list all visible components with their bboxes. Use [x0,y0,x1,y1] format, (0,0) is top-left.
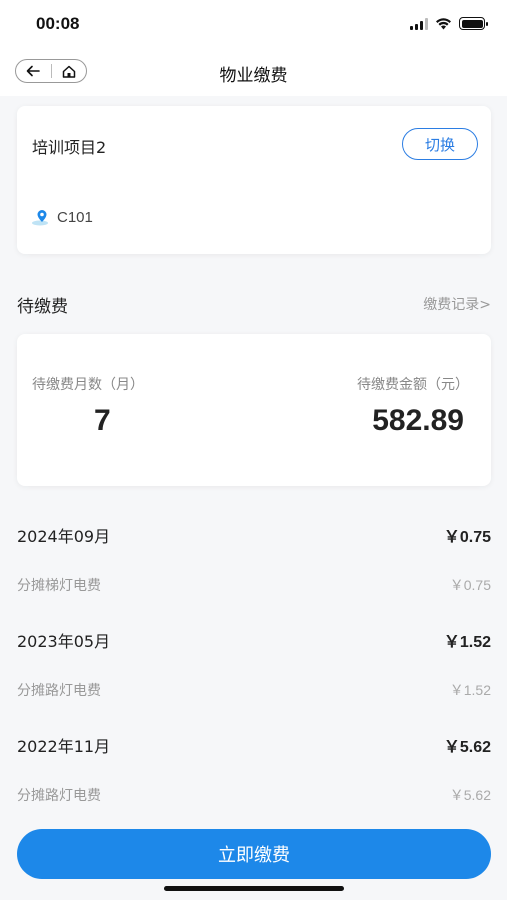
bill-total: ￥5.62 [443,739,491,756]
bill-list: 2024年09月 ￥0.75 分摊梯灯电费 ￥0.75 2023年05月 ￥1.… [17,515,491,830]
status-icons [410,17,488,30]
pending-months-label: 待缴费月数（月） [32,377,144,393]
pay-now-button[interactable]: 立即缴费 [17,829,491,879]
payment-record-link[interactable]: 缴费记录> [423,294,491,314]
bill-item-name: 分摊路灯电费 [17,683,101,699]
pending-months-value: 7 [94,404,111,437]
pending-amount-value: 582.89 [372,404,464,437]
bill-item-amount: ￥5.62 [449,787,491,803]
project-name: 培训项目2 [32,138,107,157]
bill-group: 2022年11月 ￥5.62 分摊路灯电费 ￥5.62 [17,725,491,830]
page-title: 物业缴费 [219,66,288,86]
battery-icon [459,17,488,30]
bill-group: 2024年09月 ￥0.75 分摊梯灯电费 ￥0.75 [17,515,491,620]
room-number: C101 [57,208,93,226]
status-bar: 00:08 [0,0,507,48]
location-pin-icon [32,210,48,226]
pending-amount-label: 待缴费金额（元） [357,377,469,393]
section-title: 待缴费 [17,297,68,317]
wifi-icon [436,18,451,30]
bill-item-amount: ￥0.75 [449,577,491,593]
bill-month: 2022年11月 [17,737,111,756]
room-row: C101 [31,208,93,226]
bill-item-name: 分摊路灯电费 [17,788,101,804]
cellular-signal-icon [410,17,428,30]
home-indicator [164,886,344,891]
bill-group: 2023年05月 ￥1.52 分摊路灯电费 ￥1.52 [17,620,491,725]
pending-summary-card: 待缴费月数（月） 待缴费金额（元） 7 582.89 [17,334,491,486]
project-card: 培训项目2 切换 C101 [17,106,491,254]
status-time: 00:08 [36,14,80,33]
switch-project-button[interactable]: 切换 [402,128,478,160]
bill-item-name: 分摊梯灯电费 [17,578,101,594]
bill-item-amount: ￥1.52 [449,682,491,698]
nav-bar: 物业缴费 [0,48,507,96]
bill-total: ￥1.52 [443,634,491,651]
bill-month: 2023年05月 [17,632,111,651]
pending-section-header: 待缴费 缴费记录> [17,292,491,317]
bill-month: 2024年09月 [17,527,111,546]
bill-total: ￥0.75 [443,529,491,546]
